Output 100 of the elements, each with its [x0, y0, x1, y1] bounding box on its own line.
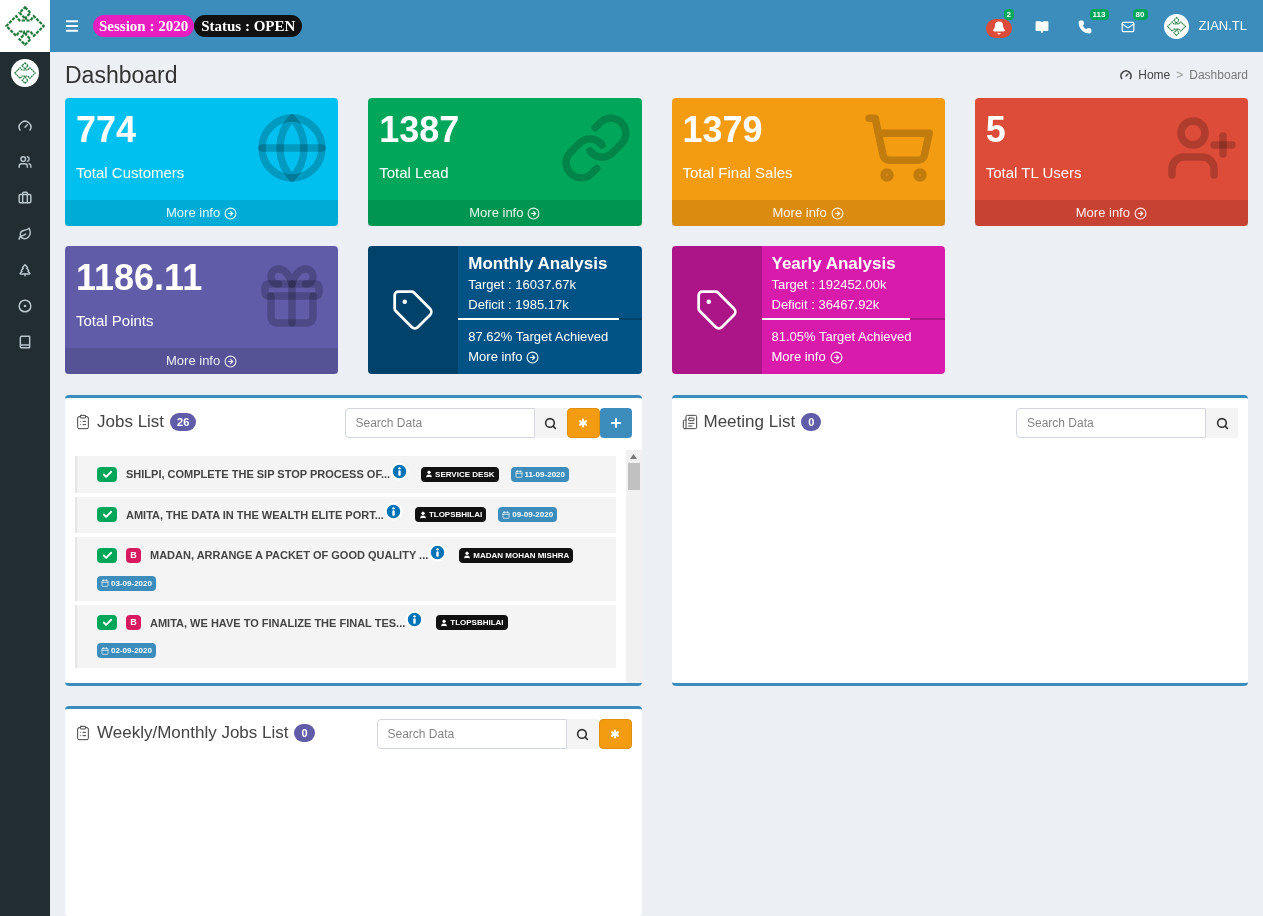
search-icon — [544, 416, 557, 430]
arrow-circle-icon — [224, 206, 238, 220]
tag-icon — [694, 288, 739, 332]
check-icon — [101, 617, 113, 629]
search-button[interactable] — [1206, 408, 1238, 438]
stat-value: 1387 — [379, 110, 460, 150]
chain-link-icon — [559, 112, 632, 184]
analysis-deficit: Deficit : 1985.17k — [468, 296, 570, 314]
globe-icon — [256, 112, 329, 184]
more-info-link[interactable]: More info — [468, 347, 540, 367]
analysis-target: Target : 192452.00k — [771, 276, 888, 294]
tree-icon[interactable] — [18, 263, 32, 277]
count-badge: 0 — [294, 723, 315, 742]
users-icon[interactable] — [18, 155, 32, 169]
newspaper-icon — [681, 413, 698, 430]
stat-value: 774 — [76, 110, 137, 150]
info-icon[interactable] — [428, 542, 448, 562]
panel-title: Jobs List — [97, 411, 165, 433]
asterisk-icon — [608, 727, 622, 741]
job-row[interactable]: SHILPI, COMPLETE THE SIP STOP PROCESS OF... SERVICE DESK 11-09-2020 — [75, 456, 616, 493]
clipboard-icon — [75, 724, 91, 741]
analysis-deficit: Deficit : 36467.92k — [771, 296, 881, 314]
analysis-target: Target : 16037.67k — [468, 276, 577, 294]
priority-badge: B — [126, 615, 141, 631]
job-row[interactable]: B MADAN, ARRANGE A PACKET OF GOOD QUALITY ... MADAN MOHAN MISHRA 03-09-2020 — [75, 537, 616, 601]
search-button[interactable] — [566, 719, 599, 749]
bell-button[interactable] — [986, 18, 1013, 38]
date-tag: 09-09-2020 — [498, 507, 558, 523]
done-checkbox[interactable] — [97, 466, 117, 482]
check-icon — [101, 509, 113, 521]
assignee-tag: TLOPSBHILAI — [414, 507, 487, 523]
search-field[interactable]: Search Data — [344, 408, 535, 438]
arrow-circle-icon — [224, 354, 238, 368]
tag-icon — [391, 288, 436, 332]
more-info-link[interactable]: More info — [771, 347, 843, 367]
search-field[interactable]: Search Data — [1016, 408, 1206, 438]
analysis-title: Monthly Analysis — [468, 254, 609, 274]
stat-value: 5 — [985, 110, 1006, 150]
search-icon — [1215, 416, 1229, 430]
breadcrumb-link[interactable]: Home — [1138, 66, 1171, 84]
circle-icon[interactable] — [18, 299, 32, 313]
scrollbar-thumb[interactable] — [627, 463, 640, 490]
avatar-logo-icon — [13, 61, 37, 85]
stat-label: Total Final Sales — [682, 163, 793, 183]
calendar-icon — [514, 470, 523, 479]
more-info-link[interactable]: More info — [368, 200, 642, 226]
achieved-text: 87.62% Target Achieved — [468, 328, 610, 346]
dashboard-icon — [1120, 69, 1133, 81]
user-avatar-icon — [1165, 15, 1187, 37]
done-checkbox[interactable] — [97, 547, 117, 563]
search-button[interactable] — [534, 408, 567, 438]
job-title: AMITA, WE HAVE TO FINALIZE THE FINAL TES... — [150, 615, 406, 631]
arrow-circle-icon — [829, 350, 843, 364]
stat-label: Total Customers — [76, 163, 185, 183]
assignee-tag: SERVICE DESK — [421, 466, 499, 482]
user-name[interactable]: ZIAN.TL — [1198, 16, 1247, 36]
done-checkbox[interactable] — [97, 615, 117, 631]
assignee-tag: TLOPSBHILAI — [436, 615, 508, 631]
session-badge: Session : 2020 — [93, 15, 195, 37]
arrow-circle-icon — [526, 350, 540, 364]
clipboard-icon — [75, 413, 91, 430]
user-icon — [463, 551, 472, 560]
info-icon[interactable] — [390, 461, 410, 481]
menu-icon[interactable] — [64, 18, 80, 34]
user-icon — [425, 470, 434, 479]
check-icon — [101, 549, 113, 561]
count-badge: 26 — [170, 412, 197, 431]
count-badge: 113 — [1089, 9, 1109, 20]
search-field[interactable]: Search Data — [376, 719, 567, 749]
dashboard-icon[interactable] — [18, 119, 32, 133]
calendar-icon — [101, 646, 109, 655]
mail-icon — [1121, 20, 1136, 34]
date-tag: 11-09-2020 — [510, 466, 569, 482]
bell-icon — [992, 21, 1007, 35]
scrollbar[interactable] — [625, 450, 642, 683]
add-button[interactable] — [599, 408, 632, 438]
cart-icon — [862, 112, 935, 184]
book-icon[interactable] — [18, 335, 32, 349]
briefcase-icon[interactable] — [18, 191, 32, 205]
info-icon[interactable] — [405, 610, 425, 630]
assignee-tag: MADAN MOHAN MISHRA — [459, 547, 574, 563]
done-checkbox[interactable] — [97, 507, 117, 523]
stat-label: Total TL Users — [985, 163, 1082, 183]
asterisk-icon — [576, 416, 590, 430]
breadcrumb-separator: > — [1176, 67, 1184, 84]
scroll-up-arrow-icon[interactable] — [630, 454, 637, 459]
info-icon[interactable] — [383, 502, 403, 522]
job-title: SHILPI, COMPLETE THE SIP STOP PROCESS OF... — [126, 467, 391, 482]
arrow-circle-icon — [1133, 206, 1147, 220]
job-row[interactable]: B AMITA, WE HAVE TO FINALIZE THE FINAL TES... TLOPSBHILAI 02-09-2020 — [75, 604, 616, 668]
analysis-title: Yearly Analysis — [771, 254, 897, 274]
job-title: AMITA, THE DATA IN THE WEALTH ELITE PORT... — [126, 507, 384, 523]
leaf-icon[interactable] — [18, 227, 32, 241]
job-row[interactable]: AMITA, THE DATA IN THE WEALTH ELITE PORT... TLOPSBHILAI 09-09-2020 — [75, 496, 616, 533]
more-info-link[interactable]: More info — [974, 200, 1248, 226]
count-badge: 80 — [1132, 9, 1148, 20]
plus-icon — [608, 416, 623, 430]
stat-label: Total Points — [76, 311, 154, 331]
check-icon — [101, 468, 113, 480]
more-info-link[interactable]: More info — [65, 348, 339, 374]
